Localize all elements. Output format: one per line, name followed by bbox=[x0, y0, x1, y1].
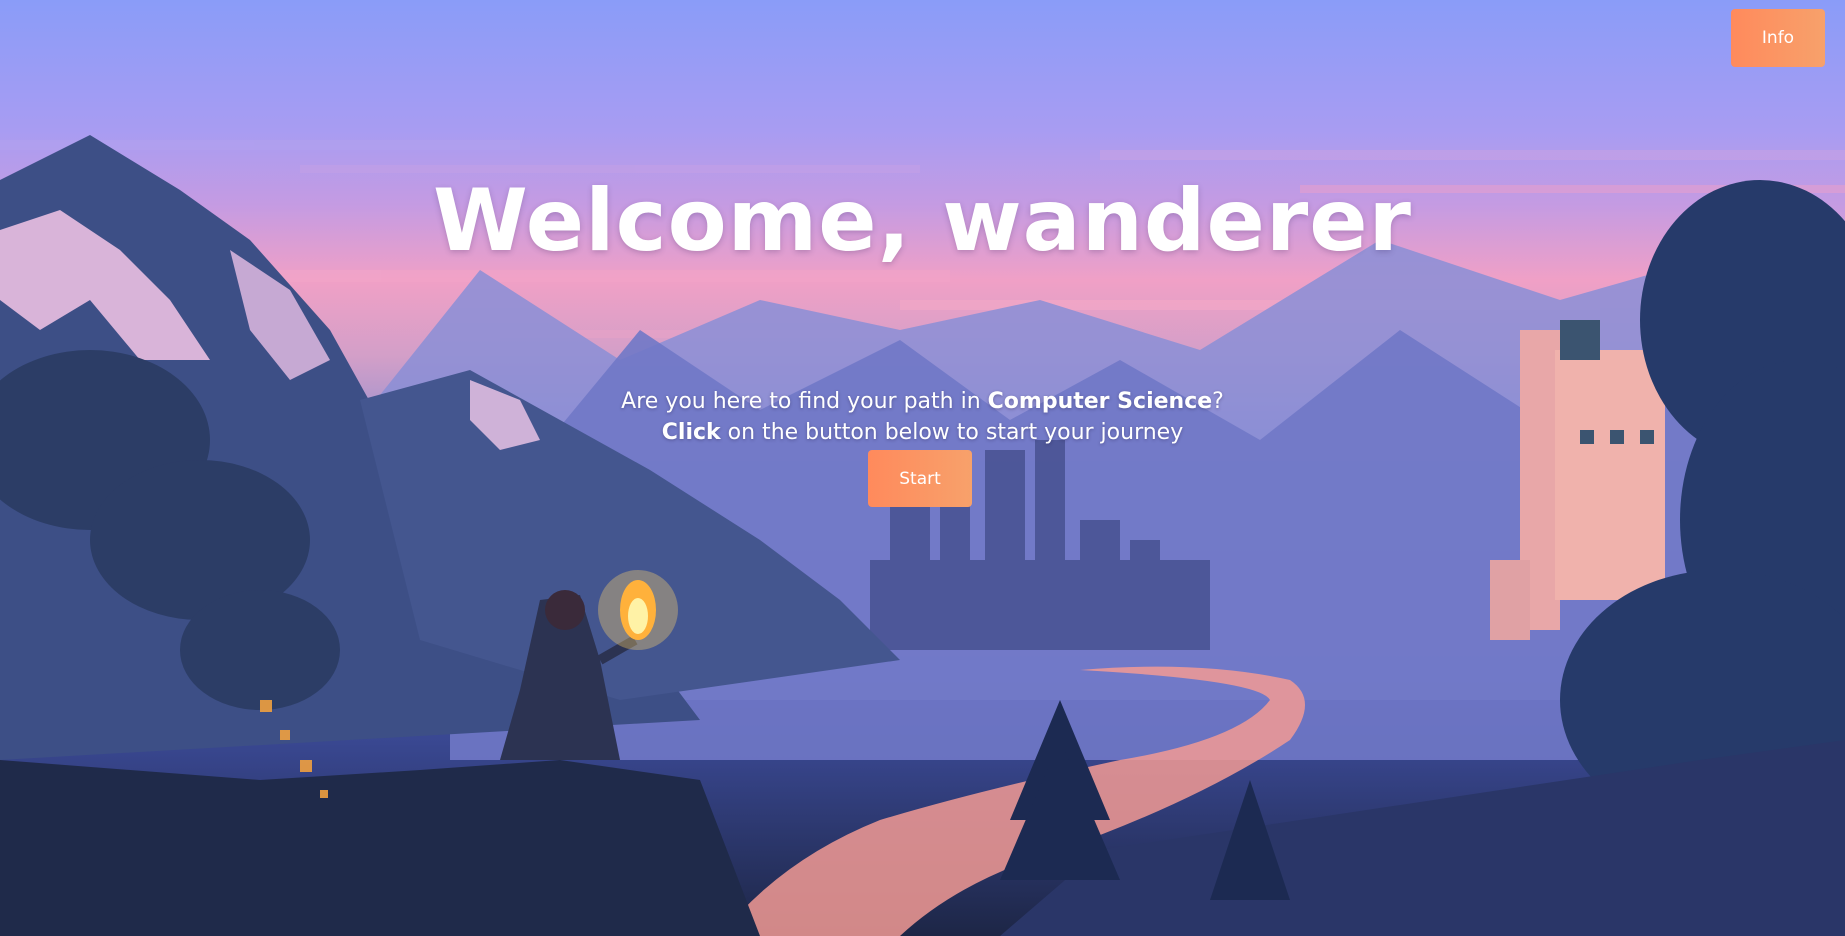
intro-line-1-suffix: ? bbox=[1212, 389, 1224, 414]
intro-line-2-highlight: Click bbox=[661, 420, 721, 445]
intro-line-2-rest: on the button below to start your journe… bbox=[720, 420, 1184, 445]
intro-line-1-highlight: Computer Science bbox=[987, 389, 1213, 414]
foreground-cliff bbox=[0, 760, 760, 936]
intro-line-1: Are you here to find your path in Comput… bbox=[0, 386, 1845, 417]
intro-line-1-prefix: Are you here to find your path in bbox=[621, 389, 988, 414]
start-button[interactable]: Start bbox=[868, 450, 972, 507]
info-button[interactable]: Info bbox=[1731, 9, 1825, 67]
intro-text: Are you here to find your path in Comput… bbox=[0, 386, 1845, 448]
intro-line-2: Click on the button below to start your … bbox=[0, 417, 1845, 448]
landing-scene: Info Welcome, wanderer Are you here to f… bbox=[0, 0, 1845, 936]
page-title: Welcome, wanderer bbox=[433, 171, 1412, 271]
